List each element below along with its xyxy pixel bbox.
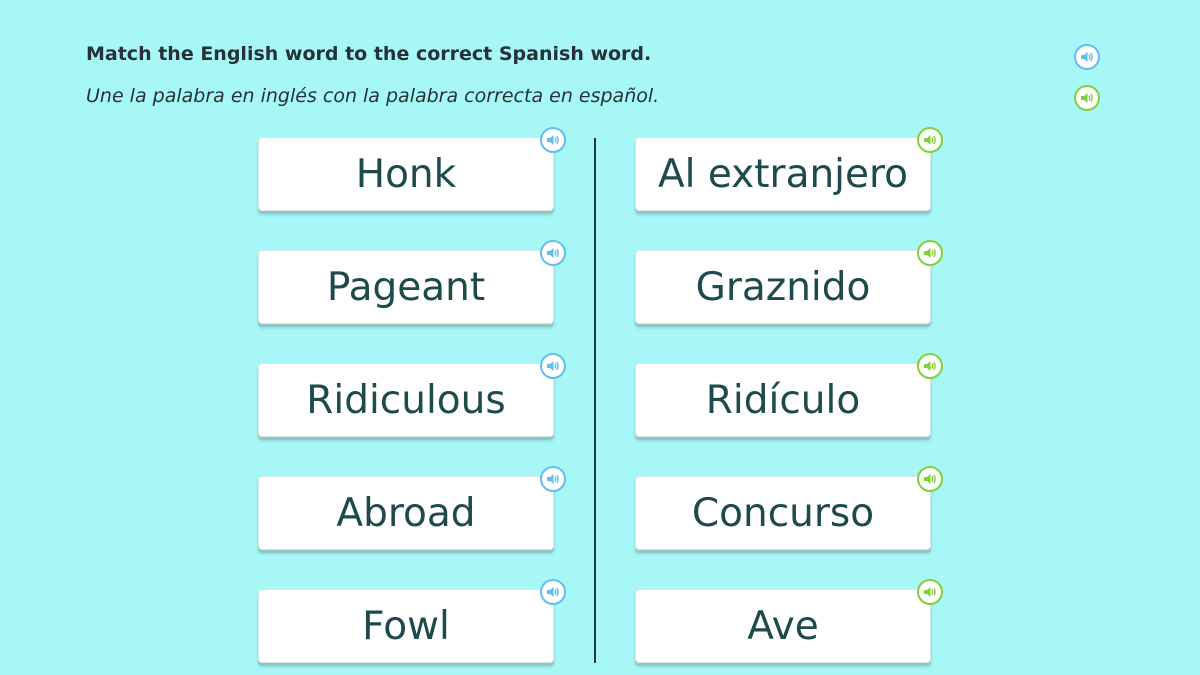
english-word-audio-button[interactable] (540, 240, 566, 266)
spanish-instruction-audio-button[interactable] (1074, 85, 1100, 111)
english-word-audio-button[interactable] (540, 466, 566, 492)
spanish-word-audio-button[interactable] (917, 127, 943, 153)
spanish-word-audio-button[interactable] (917, 353, 943, 379)
english-word-audio-button[interactable] (540, 579, 566, 605)
spanish-word-label: Al extranjero (657, 151, 909, 197)
instruction-english: Match the English word to the correct Sp… (86, 43, 652, 65)
speaker-icon (547, 587, 559, 597)
english-word-card[interactable]: Ridiculous (258, 353, 566, 437)
spanish-word-audio-button[interactable] (917, 466, 943, 492)
english-instruction-audio-button[interactable] (1074, 44, 1100, 70)
english-word-label: Pageant (326, 264, 486, 310)
spanish-word-label: Ridículo (705, 377, 861, 423)
spanish-word-label: Graznido (695, 264, 871, 310)
english-word-label: Fowl (362, 603, 450, 649)
speaker-icon (547, 248, 559, 258)
spanish-word-label: Concurso (691, 490, 875, 536)
spanish-word-label: Ave (747, 603, 819, 649)
english-word-card[interactable]: Pageant (258, 240, 566, 324)
english-word-card[interactable]: Honk (258, 127, 566, 211)
speaker-icon (924, 361, 936, 371)
column-divider (594, 138, 596, 663)
speaker-icon (924, 587, 936, 597)
english-word-card[interactable]: Fowl (258, 579, 566, 663)
speaker-icon (924, 474, 936, 484)
spanish-word-card[interactable]: Graznido (635, 240, 943, 324)
english-word-label: Abroad (336, 490, 476, 536)
instruction-spanish: Une la palabra en inglés con la palabra … (86, 85, 660, 107)
speaker-icon (547, 135, 559, 145)
speaker-icon (547, 474, 559, 484)
speaker-icon (1081, 52, 1093, 62)
english-word-audio-button[interactable] (540, 127, 566, 153)
speaker-icon (547, 361, 559, 371)
spanish-word-audio-button[interactable] (917, 579, 943, 605)
speaker-icon (1081, 93, 1093, 103)
spanish-word-card[interactable]: Ridículo (635, 353, 943, 437)
english-word-label: Ridiculous (306, 377, 506, 423)
english-word-audio-button[interactable] (540, 353, 566, 379)
spanish-word-audio-button[interactable] (917, 240, 943, 266)
speaker-icon (924, 135, 936, 145)
spanish-word-card[interactable]: Ave (635, 579, 943, 663)
english-word-label: Honk (355, 151, 457, 197)
spanish-word-card[interactable]: Concurso (635, 466, 943, 550)
spanish-word-card[interactable]: Al extranjero (635, 127, 943, 211)
speaker-icon (924, 248, 936, 258)
english-word-card[interactable]: Abroad (258, 466, 566, 550)
